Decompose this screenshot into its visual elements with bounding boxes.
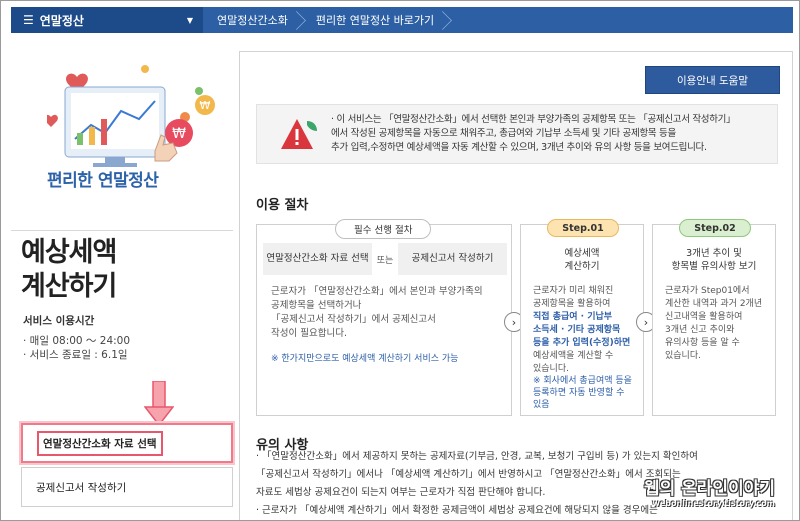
page-frame: ☰ 연말정산 ▼ 연말정산간소화 편리한 연말정산 바로가기 ₩ ₩ 편리한 연… [0, 0, 800, 521]
note-line: ※ 회사에서 총급여액 등을 [533, 376, 632, 386]
required-step-pill: 필수 선행 절차 [335, 219, 432, 239]
help-guide-button[interactable]: 이용안내 도움말 [645, 66, 780, 94]
watermark-url: webonlinestory.tistory.com [652, 499, 775, 508]
step1-box: Step.01 예상세액 계산하기 근로자가 미리 채워진 공제항목을 활용하여… [520, 219, 644, 416]
step2-pill: Step.02 [679, 219, 751, 237]
required-step-box: 필수 선행 절차 연말정산간소화 자료 선택 또는 공제신고서 작성하기 근로자… [256, 219, 512, 416]
watermark: 웹의 온라인이야기 webonlinestory.tistory.com [644, 474, 775, 508]
button-label: 연말정산간소화 자료 선택 [37, 430, 163, 456]
option-simplified-data: 연말정산간소화 자료 선택 [263, 243, 372, 275]
svg-text:₩: ₩ [200, 99, 211, 112]
procedure-section-title: 이용 절차 [256, 198, 309, 213]
page-title-line: 계산하기 [21, 271, 117, 302]
option-or-label: 또는 [376, 255, 394, 266]
service-notice-box: · 이 서비스는 「연말정산간소화」에서 선택한 본인과 부양가족의 공제항목 … [256, 104, 778, 164]
notice-text: · 이 서비스는 「연말정산간소화」에서 선택한 본인과 부양가족의 공제항목 … [331, 113, 736, 155]
left-panel: ₩ ₩ 편리한 연말정산 예상세액 계산하기 서비스 이용시간 · 매일 08:… [11, 41, 233, 520]
breadcrumb-simplified[interactable]: 연말정산간소화 [203, 7, 302, 33]
illustration-area: ₩ ₩ 편리한 연말정산 [11, 41, 233, 231]
breadcrumb-label: 연말정산간소화 [217, 14, 288, 27]
description-line: 「공제신고서 작성하기」에서 공제신고서 [271, 314, 436, 325]
description-line: 공제항목을 선택하거나 [271, 300, 362, 311]
description-line: 소득세 · 기타 공제항목 [533, 325, 621, 335]
required-options: 연말정산간소화 자료 선택 또는 공제신고서 작성하기 [263, 243, 507, 275]
breadcrumb-convenient[interactable]: 편리한 연말정산 바로가기 [302, 7, 448, 33]
note-line: 등록하면 자동 반영할 수 [533, 388, 625, 398]
step-title-line: 항목별 유의사항 보기 [671, 261, 757, 272]
description-line: 근로자가 Step01에서 [665, 286, 750, 296]
main-menu-dropdown[interactable]: ☰ 연말정산 ▼ [11, 7, 203, 33]
watermark-text: 웹의 온라인이야기 [643, 479, 775, 499]
write-deduction-form-button[interactable]: 공제신고서 작성하기 [21, 467, 233, 507]
button-label: 공제신고서 작성하기 [36, 481, 127, 494]
page-title-line: 예상세액 [21, 237, 117, 268]
description-line: 3개년 신고 추이와 [665, 325, 735, 335]
arrow-down-icon [144, 381, 174, 427]
top-navigation-bar: ☰ 연말정산 ▼ 연말정산간소화 편리한 연말정산 바로가기 [11, 7, 793, 33]
note-line: 있음 [533, 400, 550, 410]
description-line: 있습니다. [665, 351, 701, 361]
description-line: 등을 추가 입력(수정)하면 [533, 338, 631, 348]
warning-icon [281, 119, 317, 149]
procedure-steps: 필수 선행 절차 연말정산간소화 자료 선택 또는 공제신고서 작성하기 근로자… [256, 219, 778, 424]
breadcrumb-label: 편리한 연말정산 바로가기 [315, 14, 435, 27]
tax-calculation-illustration: ₩ ₩ [47, 65, 215, 167]
description-line: 근로자가 「연말정산간소화」에서 본인과 부양가족의 [271, 286, 483, 297]
caution-line: · 「연말정산간소화」에서 제공하지 못하는 공제자료(기부금, 안경, 교복,… [256, 451, 698, 462]
description-line: 계산한 내역과 과거 2개년 [665, 299, 763, 309]
step1-note: ※ 회사에서 총급여액 등을 등록하면 자동 반영할 수 있음 [533, 375, 632, 411]
description-line: 신고내역을 활용하여 [665, 312, 743, 322]
select-simplified-data-button[interactable]: 연말정산간소화 자료 선택 [21, 423, 233, 463]
step2-description: 근로자가 Step01에서 계산한 내역과 과거 2개년 신고내역을 활용하여 … [665, 285, 762, 363]
step2-title: 3개년 추이 및 항목별 유의사항 보기 [653, 247, 775, 273]
required-step-description: 근로자가 「연말정산간소화」에서 본인과 부양가족의 공제항목을 선택하거나 「… [271, 285, 483, 341]
description-line: 공제항목을 활용하여 [533, 299, 611, 309]
menu-icon: ☰ [23, 13, 34, 27]
notice-line: 에서 작성된 공제항목을 자동으로 채워주고, 총급여와 기납부 소득세 및 기… [331, 128, 676, 139]
step1-pill: Step.01 [547, 219, 619, 237]
notice-line: 추가 입력,수정하면 예상세액을 자동 계산할 수 있으며, 3개년 추이와 유… [331, 142, 707, 153]
illustration-title: 편리한 연말정산 [47, 171, 159, 191]
step-title-line: 예상세액 [564, 248, 600, 259]
service-end-date: · 서비스 종료일 : 6.1일 [23, 349, 128, 361]
step-title-line: 계산하기 [564, 261, 600, 272]
step1-description: 근로자가 미리 채워진 공제항목을 활용하여 직접 총급여 · 기납부 소득세 … [533, 285, 630, 376]
page-title: 예상세액 계산하기 [21, 236, 117, 304]
service-hours: · 매일 08:00 ～ 24:00 [23, 335, 131, 347]
chevron-down-icon: ▼ [186, 15, 193, 25]
description-line: 유의사항 등을 알 수 [665, 338, 740, 348]
step1-title: 예상세액 계산하기 [521, 247, 643, 273]
option-deduction-form: 공제신고서 작성하기 [398, 243, 507, 275]
svg-text:₩: ₩ [172, 126, 186, 142]
service-time-label: 서비스 이용시간 [23, 315, 95, 327]
main-content-panel: 이용안내 도움말 · 이 서비스는 「연말정산간소화」에서 선택한 본인과 부양… [239, 51, 793, 520]
step-title-line: 3개년 추이 및 [686, 248, 742, 259]
description-line: 예상세액을 계산할 수 [533, 351, 614, 361]
description-line: 직접 총급여 · 기납부 [533, 312, 613, 322]
step2-box: Step.02 3개년 추이 및 항목별 유의사항 보기 근로자가 Step01… [652, 219, 776, 416]
description-line: 작성이 필요합니다. [271, 328, 347, 339]
description-line: 근로자가 미리 채워진 [533, 286, 614, 296]
notice-line: · 이 서비스는 「연말정산간소화」에서 선택한 본인과 부양가족의 공제항목 … [331, 114, 736, 125]
main-menu-label: 연말정산 [39, 13, 84, 28]
required-step-note: ※ 한가지만으로도 예상세액 계산하기 서비스 가능 [271, 354, 459, 364]
